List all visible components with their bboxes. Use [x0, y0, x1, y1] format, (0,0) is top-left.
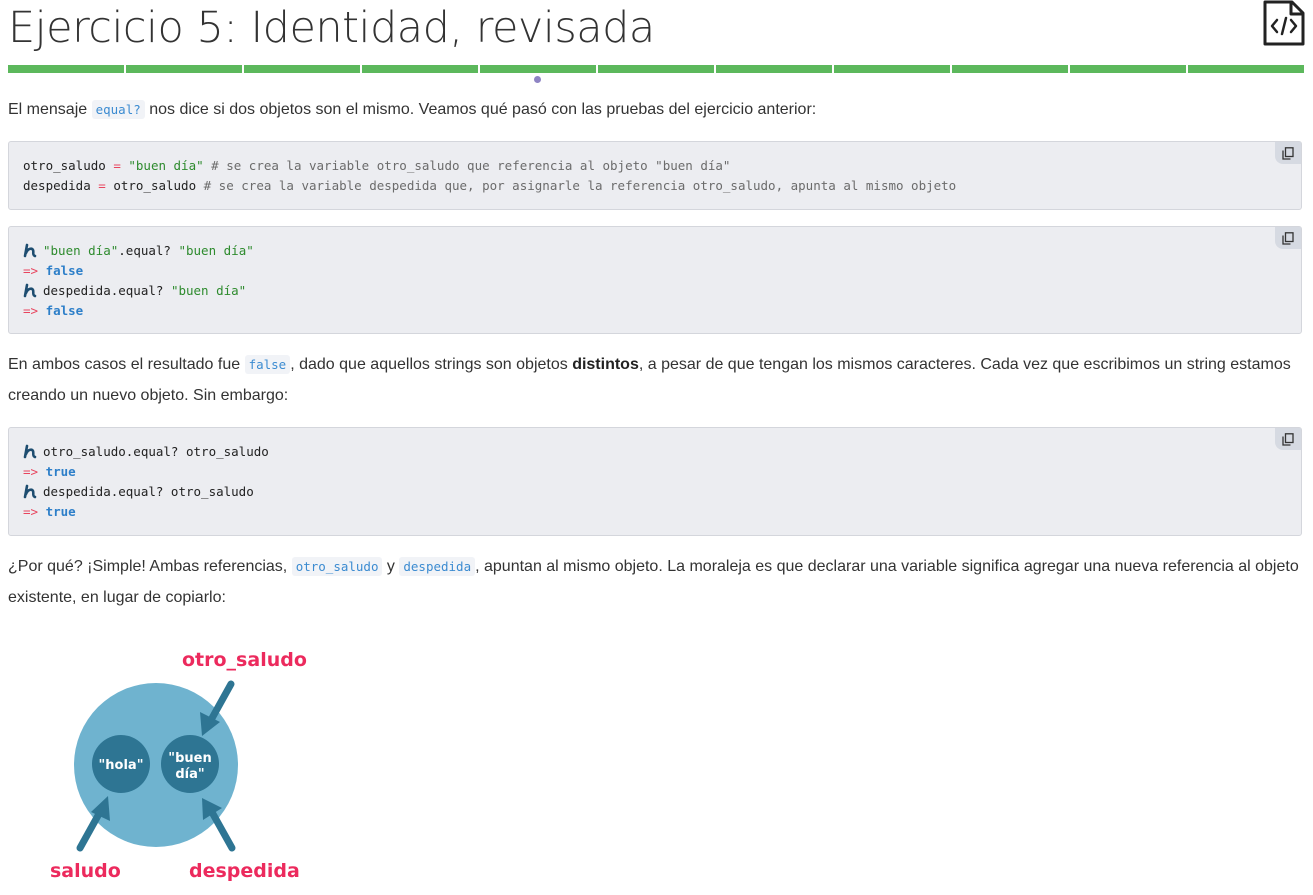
prompt-icon [23, 283, 37, 298]
progress-segment-current[interactable] [480, 65, 596, 73]
progress-segment[interactable] [834, 65, 950, 73]
console-output-line: => false [23, 303, 84, 318]
intro-paragraph: El mensaje equal? nos dice si dos objeto… [8, 94, 1306, 125]
progress-segment[interactable] [244, 65, 360, 73]
progress-segment[interactable] [1188, 65, 1304, 73]
copy-icon [1282, 146, 1294, 160]
object-hola-label: "hola" [99, 758, 144, 773]
progress-segment[interactable] [1070, 65, 1186, 73]
progress-segment[interactable] [362, 65, 478, 73]
console-block-strings: "buen día" .equal? "buen día" => false de… [8, 226, 1302, 334]
references-diagram: "hola" "buen día" otro_saludo saludo des… [40, 640, 310, 890]
prompt-icon [23, 444, 37, 459]
progress-segment[interactable] [716, 65, 832, 73]
object-buen-dia-label-1: "buen [168, 751, 211, 766]
intro-text-rest: nos dice si dos objetos son el mismo. Ve… [144, 101, 817, 118]
copy-button[interactable] [1275, 227, 1301, 249]
prompt-icon [23, 243, 37, 258]
code-block-assignments: otro_saludo = "buen día" # se crea la va… [8, 141, 1302, 210]
exercise-progress-bar [8, 65, 1304, 73]
diagram-graphic: "hola" "buen día" [74, 680, 238, 852]
copy-button[interactable] [1275, 428, 1301, 450]
code-line: despedida = otro_saludo # se crea la var… [23, 178, 957, 193]
label-otro-saludo: otro_saludo [182, 649, 307, 671]
arrow-saludo [76, 808, 104, 852]
current-exercise-indicator [534, 76, 541, 83]
explanation-paragraph: En ambos casos el resultado fue false, d… [8, 355, 1291, 404]
console-input-line: "buen día" .equal? "buen día" [23, 241, 1287, 261]
object-buen-dia-label-2: día" [175, 767, 204, 782]
moral-paragraph: ¿Por qué? ¡Simple! Ambas referencias, ot… [8, 557, 1299, 606]
console-output-line: => true [23, 504, 76, 519]
intro-text: El mensaje [8, 101, 92, 118]
inline-code-otro-saludo: otro_saludo [291, 557, 383, 576]
label-despedida: despedida [189, 860, 300, 882]
bold-distintos: distintos [572, 356, 639, 373]
arrow-despedida [209, 810, 236, 852]
arrow-otro-saludo [207, 680, 235, 724]
copy-button[interactable] [1275, 142, 1301, 164]
code-file-icon[interactable] [1262, 0, 1306, 46]
console-input-line: otro_saludo.equal? otro_saludo [23, 442, 1287, 462]
label-saludo: saludo [50, 860, 121, 882]
page-title: Ejercicio 5: Identidad, revisada [8, 3, 655, 53]
prompt-icon [23, 484, 37, 499]
copy-icon [1282, 231, 1294, 245]
console-output-line: => true [23, 464, 76, 479]
progress-segment[interactable] [8, 65, 124, 73]
inline-code-equal: equal? [91, 100, 145, 119]
progress-segment[interactable] [952, 65, 1068, 73]
progress-segment[interactable] [126, 65, 242, 73]
console-output-line: => false [23, 263, 84, 278]
inline-code-despedida: despedida [399, 557, 476, 576]
console-input-line: despedida.equal? "buen día" [23, 281, 1287, 301]
console-block-variables: otro_saludo.equal? otro_saludo => true d… [8, 427, 1302, 536]
copy-icon [1282, 432, 1294, 446]
progress-segment[interactable] [598, 65, 714, 73]
console-input-line: despedida.equal? otro_saludo [23, 482, 1287, 502]
code-line: otro_saludo = "buen día" # se crea la va… [23, 158, 731, 173]
inline-code-false: false [244, 355, 291, 374]
